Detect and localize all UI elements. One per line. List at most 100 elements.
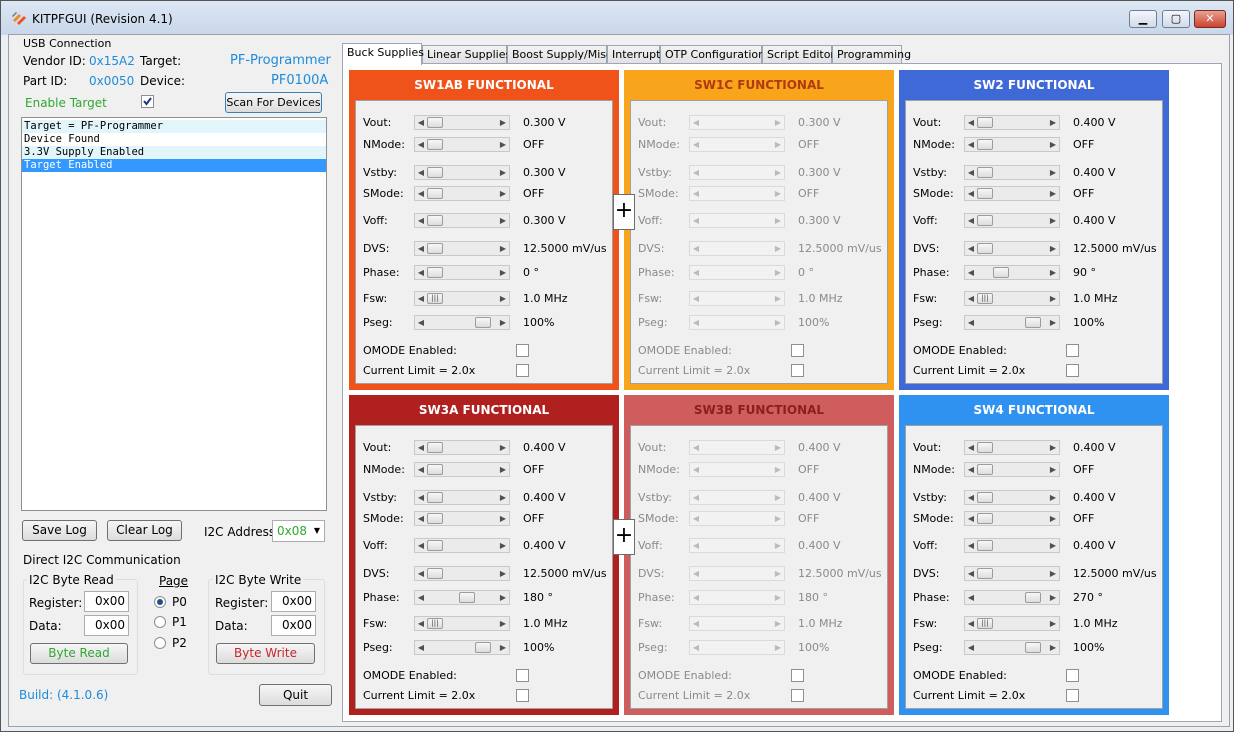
slider-thumb[interactable]: |||	[427, 293, 443, 304]
dvs-slider[interactable]: ◀ ▶	[964, 566, 1060, 581]
right-arrow-icon[interactable]: ▶	[772, 166, 784, 179]
right-arrow-icon[interactable]: ▶	[772, 463, 784, 476]
right-arrow-icon[interactable]: ▶	[1047, 441, 1059, 454]
nmode-slider[interactable]: ◀ ▶	[689, 462, 785, 477]
right-arrow-icon[interactable]: ▶	[1047, 591, 1059, 604]
slider-thumb[interactable]	[977, 139, 993, 150]
smode-slider[interactable]: ◀ ▶	[689, 511, 785, 526]
left-arrow-icon[interactable]: ◀	[415, 491, 427, 504]
slider-thumb[interactable]	[977, 117, 993, 128]
left-arrow-icon[interactable]: ◀	[415, 512, 427, 525]
right-arrow-icon[interactable]: ▶	[1047, 491, 1059, 504]
left-arrow-icon[interactable]: ◀	[965, 641, 977, 654]
current-limit-checkbox[interactable]	[516, 689, 529, 702]
slider-thumb[interactable]	[475, 642, 491, 653]
slider-thumb[interactable]	[977, 513, 993, 524]
log-listbox[interactable]: Target = PF-Programmer Device Found 3.3V…	[21, 117, 327, 511]
smode-slider[interactable]: ◀ ▶	[964, 511, 1060, 526]
vstby-slider[interactable]: ◀ ▶	[414, 490, 510, 505]
right-arrow-icon[interactable]: ▶	[1047, 463, 1059, 476]
left-arrow-icon[interactable]: ◀	[690, 292, 702, 305]
phase-slider[interactable]: ◀ ▶	[414, 265, 510, 280]
left-arrow-icon[interactable]: ◀	[415, 242, 427, 255]
slider-thumb[interactable]	[977, 442, 993, 453]
pseg-slider[interactable]: ◀ ▶	[414, 640, 510, 655]
log-line[interactable]: Target = PF-Programmer	[22, 120, 326, 133]
slider-thumb[interactable]	[977, 215, 993, 226]
current-limit-checkbox[interactable]	[1066, 689, 1079, 702]
slider-thumb[interactable]	[427, 117, 443, 128]
omode-checkbox[interactable]	[1066, 344, 1079, 357]
right-arrow-icon[interactable]: ▶	[497, 441, 509, 454]
right-arrow-icon[interactable]: ▶	[772, 441, 784, 454]
dvs-slider[interactable]: ◀ ▶	[414, 566, 510, 581]
right-arrow-icon[interactable]: ▶	[497, 463, 509, 476]
right-arrow-icon[interactable]: ▶	[497, 242, 509, 255]
left-arrow-icon[interactable]: ◀	[965, 617, 977, 630]
right-arrow-icon[interactable]: ▶	[772, 641, 784, 654]
pseg-slider[interactable]: ◀ ▶	[414, 315, 510, 330]
nmode-slider[interactable]: ◀ ▶	[689, 137, 785, 152]
slider-thumb[interactable]: |||	[977, 293, 993, 304]
dvs-slider[interactable]: ◀ ▶	[689, 566, 785, 581]
vstby-slider[interactable]: ◀ ▶	[964, 490, 1060, 505]
right-arrow-icon[interactable]: ▶	[1047, 138, 1059, 151]
slider-thumb[interactable]	[427, 513, 443, 524]
pseg-slider[interactable]: ◀ ▶	[689, 640, 785, 655]
save-log-button[interactable]: Save Log	[22, 520, 97, 541]
vstby-slider[interactable]: ◀ ▶	[964, 165, 1060, 180]
write-data-input[interactable]: 0x00	[271, 615, 316, 636]
read-register-input[interactable]: 0x00	[84, 591, 129, 612]
vout-slider[interactable]: ◀ ▶	[964, 115, 1060, 130]
left-arrow-icon[interactable]: ◀	[415, 617, 427, 630]
right-arrow-icon[interactable]: ▶	[772, 214, 784, 227]
right-arrow-icon[interactable]: ▶	[1047, 539, 1059, 552]
left-arrow-icon[interactable]: ◀	[690, 463, 702, 476]
vout-slider[interactable]: ◀ ▶	[414, 115, 510, 130]
left-arrow-icon[interactable]: ◀	[965, 512, 977, 525]
left-arrow-icon[interactable]: ◀	[965, 591, 977, 604]
voff-slider[interactable]: ◀ ▶	[414, 213, 510, 228]
fsw-slider[interactable]: ◀||| ▶	[414, 616, 510, 631]
left-arrow-icon[interactable]: ◀	[690, 166, 702, 179]
tab-otp-configuration[interactable]: OTP Configuration	[660, 45, 765, 64]
voff-slider[interactable]: ◀ ▶	[414, 538, 510, 553]
pseg-slider[interactable]: ◀ ▶	[964, 640, 1060, 655]
write-register-input[interactable]: 0x00	[271, 591, 316, 612]
omode-checkbox[interactable]	[516, 669, 529, 682]
enable-target-checkbox[interactable]	[141, 95, 154, 108]
slider-thumb[interactable]	[427, 139, 443, 150]
clear-log-button[interactable]: Clear Log	[107, 520, 182, 541]
left-arrow-icon[interactable]: ◀	[965, 187, 977, 200]
slider-thumb[interactable]	[977, 167, 993, 178]
right-arrow-icon[interactable]: ▶	[497, 567, 509, 580]
right-arrow-icon[interactable]: ▶	[497, 187, 509, 200]
phase-slider[interactable]: ◀ ▶	[689, 265, 785, 280]
right-arrow-icon[interactable]: ▶	[772, 567, 784, 580]
right-arrow-icon[interactable]: ▶	[772, 512, 784, 525]
slider-thumb[interactable]	[977, 464, 993, 475]
slider-thumb[interactable]	[993, 267, 1009, 278]
right-arrow-icon[interactable]: ▶	[1047, 242, 1059, 255]
right-arrow-icon[interactable]: ▶	[1047, 116, 1059, 129]
minimize-button[interactable]: ▁	[1129, 10, 1157, 28]
smode-slider[interactable]: ◀ ▶	[414, 511, 510, 526]
right-arrow-icon[interactable]: ▶	[497, 166, 509, 179]
left-arrow-icon[interactable]: ◀	[965, 138, 977, 151]
right-arrow-icon[interactable]: ▶	[772, 138, 784, 151]
left-arrow-icon[interactable]: ◀	[965, 567, 977, 580]
slider-thumb[interactable]	[977, 243, 993, 254]
slider-thumb[interactable]	[1025, 317, 1041, 328]
left-arrow-icon[interactable]: ◀	[415, 641, 427, 654]
nmode-slider[interactable]: ◀ ▶	[414, 137, 510, 152]
nmode-slider[interactable]: ◀ ▶	[964, 462, 1060, 477]
right-arrow-icon[interactable]: ▶	[772, 242, 784, 255]
omode-checkbox[interactable]	[1066, 669, 1079, 682]
left-arrow-icon[interactable]: ◀	[690, 641, 702, 654]
tab-linear-supplies[interactable]: Linear Supplies	[422, 45, 511, 64]
quit-button[interactable]: Quit	[259, 684, 332, 706]
phase-slider[interactable]: ◀ ▶	[964, 590, 1060, 605]
left-arrow-icon[interactable]: ◀	[965, 116, 977, 129]
slider-thumb[interactable]	[427, 188, 443, 199]
left-arrow-icon[interactable]: ◀	[965, 441, 977, 454]
